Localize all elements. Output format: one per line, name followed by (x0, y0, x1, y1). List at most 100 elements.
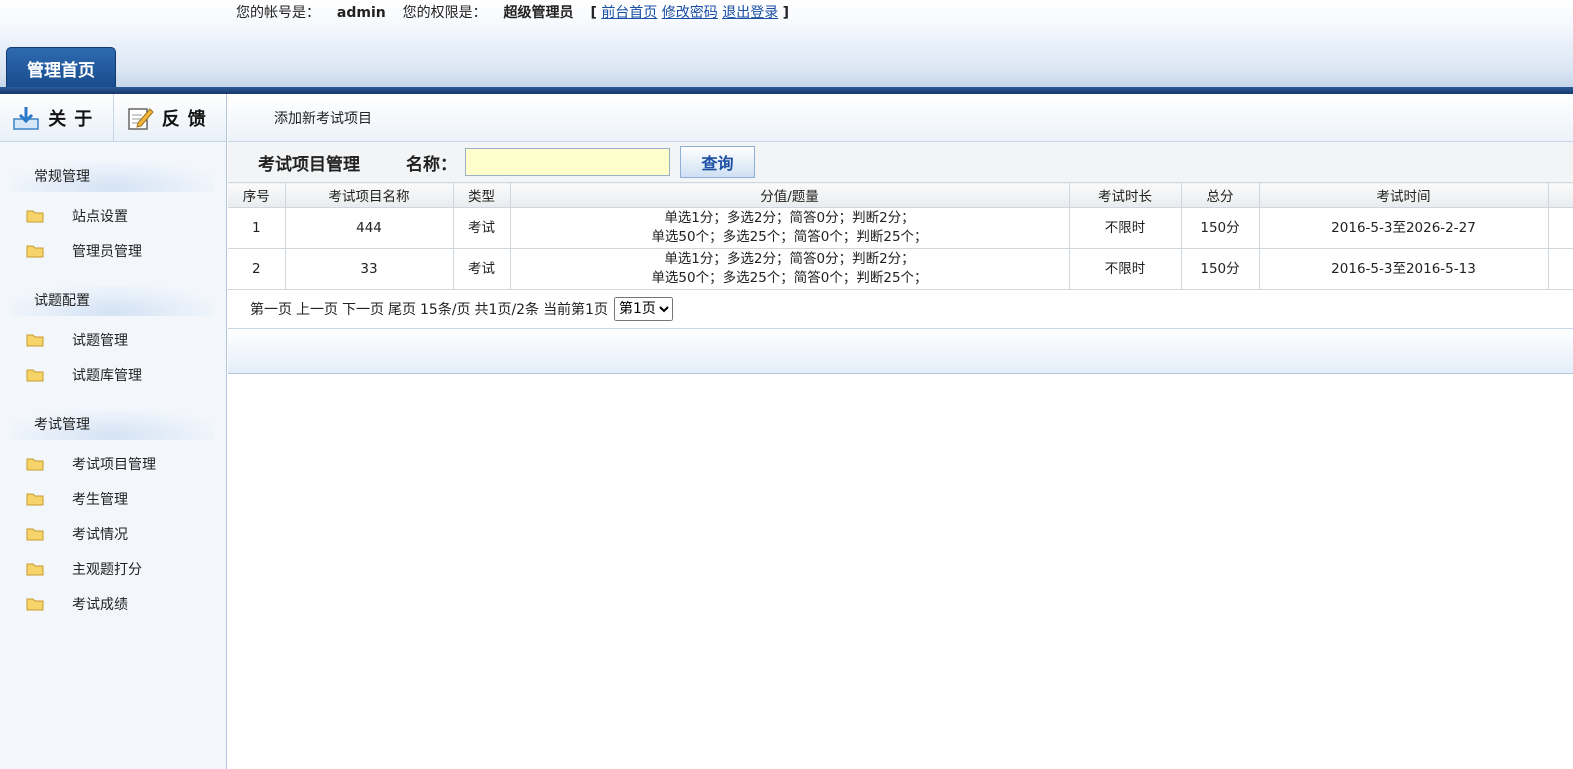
folder-icon (26, 458, 44, 470)
cell-no: 1 (228, 207, 286, 249)
account-label: 您的帐号是： (236, 5, 320, 21)
cell-time: 2016-5-3至2026-2-27 (1258, 207, 1549, 249)
nav-item-exam-results[interactable]: 考试成绩 (0, 586, 226, 621)
add-exam-project-link[interactable]: 添加新考试项目 (274, 111, 372, 127)
nav-item-exam-status[interactable]: 考试情况 (0, 516, 226, 551)
column-header: 考试时间 (1258, 182, 1549, 208)
feedback-button[interactable]: 反馈 (112, 94, 227, 141)
score-line: 单选1分；多选2分；简答0分；判断2分； (664, 210, 915, 226)
cell-actions (1547, 207, 1573, 249)
nav-item-admin-management[interactable]: 管理员管理 (0, 233, 226, 268)
main-content: 添加新考试项目 考试项目管理 名称： 查询 序号 考试项目名称 类型 分值/题量… (228, 94, 1573, 769)
column-header: 序号 (228, 182, 286, 208)
nav-label: 试题库管理 (72, 367, 142, 384)
feedback-label: 反馈 (161, 108, 214, 130)
nav-label: 考试项目管理 (72, 456, 156, 473)
prev-page-link[interactable]: 上一页 (296, 299, 338, 319)
nav-label: 主观题打分 (72, 561, 142, 578)
tab-admin-home[interactable]: 管理首页 (6, 47, 116, 89)
pagination: 第一页 上一页 下一页 尾页 15条/页 共1页/2条 当前第1页 第1页 (228, 290, 1573, 329)
logout-link[interactable]: 退出登录 (722, 5, 778, 21)
name-label: 名称： (406, 154, 457, 175)
column-header: 分值/题量 (509, 182, 1070, 208)
nav-label: 试题管理 (72, 332, 128, 349)
nav-item-subjective-scoring[interactable]: 主观题打分 (0, 551, 226, 586)
name-search-input[interactable] (465, 148, 670, 176)
download-icon (13, 106, 39, 130)
first-page-link[interactable]: 第一页 (250, 299, 292, 319)
nav-item-question-management[interactable]: 试题管理 (0, 322, 226, 357)
section-title: 考试项目管理 (258, 154, 360, 175)
toolbar: 添加新考试项目 (228, 94, 1573, 142)
bracket-open: [ (590, 5, 597, 21)
nav-item-exam-project-management[interactable]: 考试项目管理 (0, 446, 226, 481)
total-info: 共1页/2条 (474, 302, 540, 318)
next-page-link[interactable]: 下一页 (342, 299, 384, 319)
table-row[interactable]: 2 33 考试 单选1分；多选2分；简答0分；判断2分； 单选50个；多选25个… (228, 248, 1573, 290)
current-page-info: 当前第1页 (543, 302, 608, 318)
cell-time: 2016-5-3至2016-5-13 (1258, 248, 1549, 290)
column-header: 类型 (452, 182, 511, 208)
column-header: 总分 (1180, 182, 1260, 208)
header: 您的帐号是： admin 您的权限是： 超级管理员 [ 前台首页 修改密码 退出… (0, 0, 1573, 94)
cell-duration: 不限时 (1068, 207, 1182, 249)
folder-icon (26, 334, 44, 346)
group-title-general: 常规管理 (10, 162, 214, 192)
account-info: 您的帐号是： admin 您的权限是： 超级管理员 [ 前台首页 修改密码 退出… (236, 2, 789, 22)
folder-icon (26, 210, 44, 222)
query-button[interactable]: 查询 (680, 146, 755, 178)
table-header-row: 序号 考试项目名称 类型 分值/题量 考试时长 总分 考试时间 (228, 182, 1573, 208)
sidebar: 关于 反馈 常规管理 站点设置 管理员管理 试题配置 试题管理 试题库管理 考试… (0, 94, 227, 769)
nav-item-examinee-management[interactable]: 考生管理 (0, 481, 226, 516)
score-line: 单选1分；多选2分；简答0分；判断2分； (664, 251, 915, 267)
header-divider-bar (0, 87, 1573, 94)
cell-total: 150分 (1180, 207, 1260, 249)
column-header: 考试时长 (1068, 182, 1182, 208)
nav-label: 考生管理 (72, 491, 128, 508)
cell-duration: 不限时 (1068, 248, 1182, 290)
folder-icon (26, 598, 44, 610)
bottom-band (228, 329, 1573, 374)
about-button[interactable]: 关于 (0, 94, 113, 141)
role-label: 您的权限是： (402, 5, 487, 21)
group-title-question-config: 试题配置 (10, 286, 214, 316)
cell-no: 2 (228, 248, 286, 290)
cell-actions (1547, 248, 1573, 290)
nav-item-site-settings[interactable]: 站点设置 (0, 198, 226, 233)
column-header (1547, 182, 1573, 208)
cell-type: 考试 (452, 207, 511, 249)
nav-label: 管理员管理 (72, 243, 142, 260)
nav-label: 考试成绩 (72, 596, 128, 613)
folder-icon (26, 493, 44, 505)
column-header: 考试项目名称 (284, 182, 454, 208)
folder-icon (26, 245, 44, 257)
count-line: 单选50个；多选25个；简答0个；判断25个； (651, 270, 928, 286)
role-value: 超级管理员 (503, 5, 574, 21)
last-page-link[interactable]: 尾页 (388, 299, 416, 319)
nav-item-question-bank-management[interactable]: 试题库管理 (0, 357, 226, 392)
folder-icon (26, 563, 44, 575)
cell-score: 单选1分；多选2分；简答0分；判断2分； 单选50个；多选25个；简答0个；判断… (509, 207, 1070, 249)
count-line: 单选50个；多选25个；简答0个；判断25个； (651, 229, 928, 245)
frontpage-link[interactable]: 前台首页 (601, 5, 657, 21)
cell-total: 150分 (1180, 248, 1260, 290)
about-label: 关于 (48, 108, 101, 130)
cell-type: 考试 (452, 248, 511, 290)
group-title-exam-management: 考试管理 (10, 410, 214, 440)
exam-project-table: 序号 考试项目名称 类型 分值/题量 考试时长 总分 考试时间 1 444 考试… (228, 182, 1573, 290)
per-page-info: 15条/页 (420, 302, 471, 318)
page-select[interactable]: 第1页 (613, 297, 673, 321)
sidebar-top-buttons: 关于 反馈 (0, 94, 226, 142)
nav-label: 站点设置 (72, 208, 128, 225)
change-password-link[interactable]: 修改密码 (662, 5, 718, 21)
table-row[interactable]: 1 444 考试 单选1分；多选2分；简答0分；判断2分； 单选50个；多选25… (228, 207, 1573, 249)
cell-score: 单选1分；多选2分；简答0分；判断2分； 单选50个；多选25个；简答0个；判断… (509, 248, 1070, 290)
folder-icon (26, 528, 44, 540)
folder-icon (26, 369, 44, 381)
nav-label: 考试情况 (72, 526, 128, 543)
account-value: admin (336, 5, 386, 21)
edit-icon (128, 107, 154, 130)
cell-name: 33 (284, 248, 454, 290)
cell-name: 444 (284, 207, 454, 249)
search-bar: 考试项目管理 名称： 查询 (228, 142, 1573, 182)
